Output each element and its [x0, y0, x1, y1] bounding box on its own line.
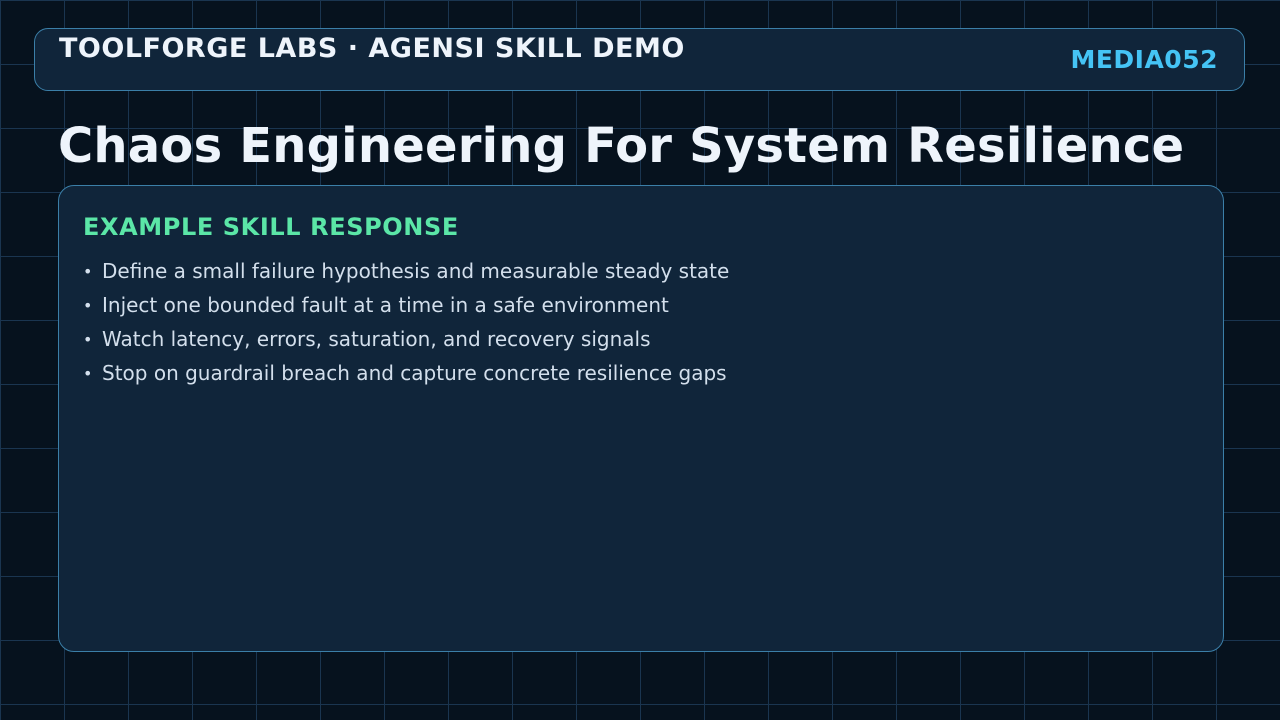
bullet-text: Define a small failure hypothesis and me… — [102, 259, 730, 283]
bullet-icon: • — [83, 363, 93, 383]
bullet-icon: • — [83, 295, 93, 315]
bullet-item: • Inject one bounded fault at a time in … — [83, 288, 729, 322]
bullet-item: • Stop on guardrail breach and capture c… — [83, 356, 729, 390]
page-title: Chaos Engineering For System Resilience — [58, 118, 1185, 174]
bullet-text: Stop on guardrail breach and capture con… — [102, 361, 727, 385]
bullet-icon: • — [83, 261, 93, 281]
response-card: EXAMPLE SKILL RESPONSE • Define a small … — [58, 185, 1224, 652]
brand-label: TOOLFORGE LABS · AGENSI SKILL DEMO — [59, 33, 685, 64]
bullet-item: • Define a small failure hypothesis and … — [83, 254, 729, 288]
bullet-text: Watch latency, errors, saturation, and r… — [102, 327, 651, 351]
media-id-label: MEDIA052 — [1070, 45, 1218, 74]
header-bar: TOOLFORGE LABS · AGENSI SKILL DEMO MEDIA… — [34, 28, 1245, 91]
bullet-icon: • — [83, 329, 93, 349]
bullet-list: • Define a small failure hypothesis and … — [83, 254, 729, 390]
bullet-item: • Watch latency, errors, saturation, and… — [83, 322, 729, 356]
bullet-text: Inject one bounded fault at a time in a … — [102, 293, 669, 317]
card-heading: EXAMPLE SKILL RESPONSE — [83, 213, 459, 241]
